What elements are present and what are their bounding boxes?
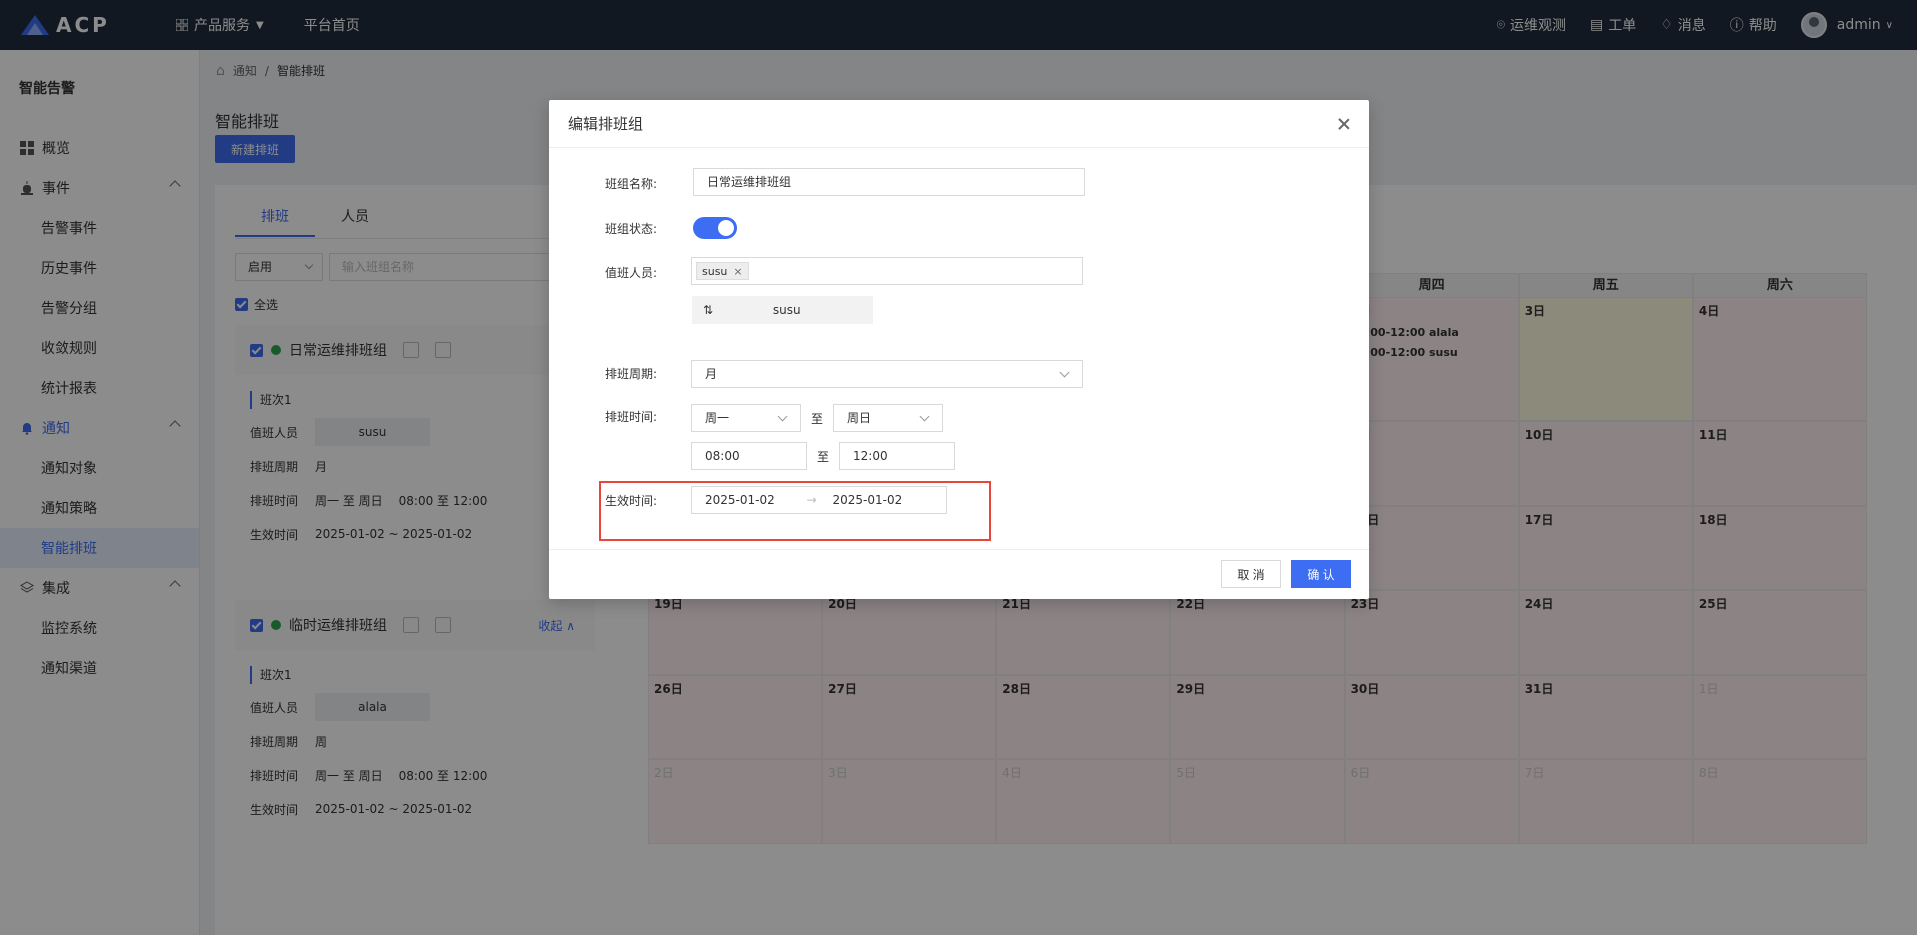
confirm-button[interactable]: 确 认 <box>1291 560 1351 588</box>
chevron-down-icon <box>919 411 930 422</box>
period-label: 排班周期: <box>604 367 657 381</box>
end-day-select[interactable]: 周日 <box>833 404 943 432</box>
dialog-title: 编辑排班组 <box>568 115 644 133</box>
effective-time-label: 生效时间: <box>604 494 657 508</box>
person-tag-label: susu <box>702 265 728 278</box>
person-sort-row[interactable]: ⇅ susu <box>692 296 873 324</box>
group-name-label: 班组名称: <box>604 177 657 191</box>
arrow-right-icon: → <box>806 493 817 507</box>
end-day-value: 周日 <box>847 411 872 425</box>
period-value: 月 <box>705 367 718 381</box>
chevron-down-icon <box>777 411 788 422</box>
to-label: 至 <box>811 412 824 426</box>
duty-person-label: 值班人员: <box>604 266 657 280</box>
start-day-value: 周一 <box>705 411 730 425</box>
schedule-time-label: 排班时间: <box>604 410 657 424</box>
cancel-button[interactable]: 取 消 <box>1221 560 1281 588</box>
chevron-down-icon <box>1059 367 1070 378</box>
start-day-select[interactable]: 周一 <box>691 404 801 432</box>
person-sort-name: susu <box>772 303 801 317</box>
group-status-toggle[interactable] <box>693 217 737 239</box>
dialog-footer: 取 消 确 认 <box>549 549 1369 599</box>
start-date-value: 2025-01-02 <box>705 493 775 507</box>
person-tag: susu × <box>696 262 749 280</box>
effective-date-range[interactable]: 2025-01-02 → 2025-01-02 <box>691 486 947 514</box>
end-time-input[interactable]: 12:00 <box>839 442 955 470</box>
start-time-input[interactable]: 08:00 <box>691 442 807 470</box>
edit-group-dialog: 编辑排班组 班组名称: 日常运维排班组 班组状态: 值班人员: susu × ⇅ … <box>549 100 1369 599</box>
period-select[interactable]: 月 <box>691 360 1083 388</box>
end-date-value: 2025-01-02 <box>832 493 903 507</box>
tag-close-icon[interactable]: × <box>733 265 742 278</box>
close-icon[interactable] <box>1337 117 1351 131</box>
to-label: 至 <box>817 450 830 464</box>
duty-person-select[interactable]: susu × <box>691 257 1083 285</box>
sort-icon: ⇅ <box>703 303 714 317</box>
group-status-label: 班组状态: <box>604 222 657 236</box>
group-name-input[interactable]: 日常运维排班组 <box>693 168 1085 196</box>
